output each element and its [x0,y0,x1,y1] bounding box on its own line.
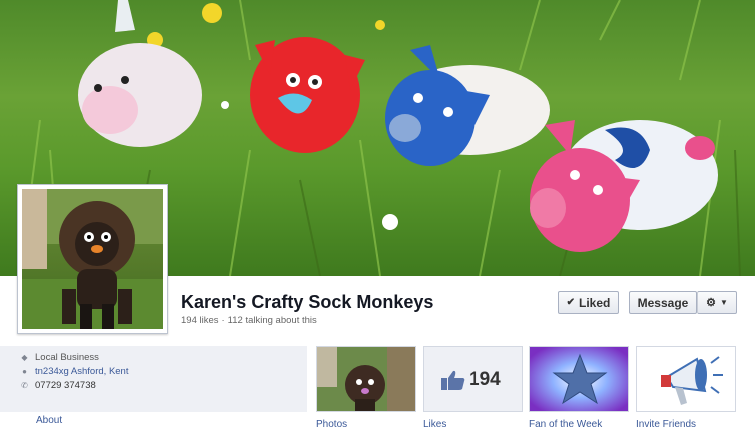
tag-icon: ◆ [21,353,28,362]
invite-friends-tile[interactable] [636,346,736,412]
star-icon [530,347,628,411]
category-row: ◆ Local Business [20,352,99,363]
likes-tile[interactable]: 194 [423,346,523,412]
chevron-down-icon: ▼ [719,298,728,307]
settings-dropdown-button[interactable]: ⚙ ▼ [697,291,737,314]
location-pin-icon: ● [22,367,27,376]
liked-button[interactable]: ✔ Liked [558,291,619,314]
message-button[interactable]: Message [629,291,697,314]
thumbs-up-icon [441,370,465,390]
megaphone-icon [637,347,735,411]
about-link[interactable]: About [36,415,62,426]
photos-link[interactable]: Photos [316,419,347,430]
address-row[interactable]: ● tn234xg Ashford, Kent [20,366,128,377]
fan-of-the-week-link[interactable]: Fan of the Week [529,419,602,430]
page-title[interactable]: Karen's Crafty Sock Monkeys [181,292,433,313]
photos-thumbnail [317,347,415,411]
message-label: Message [637,295,689,310]
talking-about-text: 112 talking about this [227,315,317,326]
likes-count: 194 [469,369,501,390]
fan-of-the-week-tile[interactable] [529,346,629,412]
photos-tile[interactable] [316,346,416,412]
likes-link[interactable]: Likes [423,419,446,430]
invite-friends-link[interactable]: Invite Friends [636,419,696,430]
gear-icon: ⚙ [706,297,716,309]
phone-icon: ✆ [21,381,28,390]
stats-separator: · [221,315,225,326]
liked-label: Liked [579,295,611,310]
category-text: Local Business [35,352,99,363]
phone-text: 07729 374738 [35,380,96,391]
likes-count-text: 194 likes [181,315,219,326]
phone-row: ✆ 07729 374738 [20,380,96,391]
address-link[interactable]: tn234xg Ashford, Kent [35,366,128,377]
page-stats: 194 likes · 112 talking about this [181,315,317,326]
profile-picture[interactable] [17,184,168,334]
checkmark-icon: ✔ [566,297,576,308]
profile-photo [22,189,163,329]
